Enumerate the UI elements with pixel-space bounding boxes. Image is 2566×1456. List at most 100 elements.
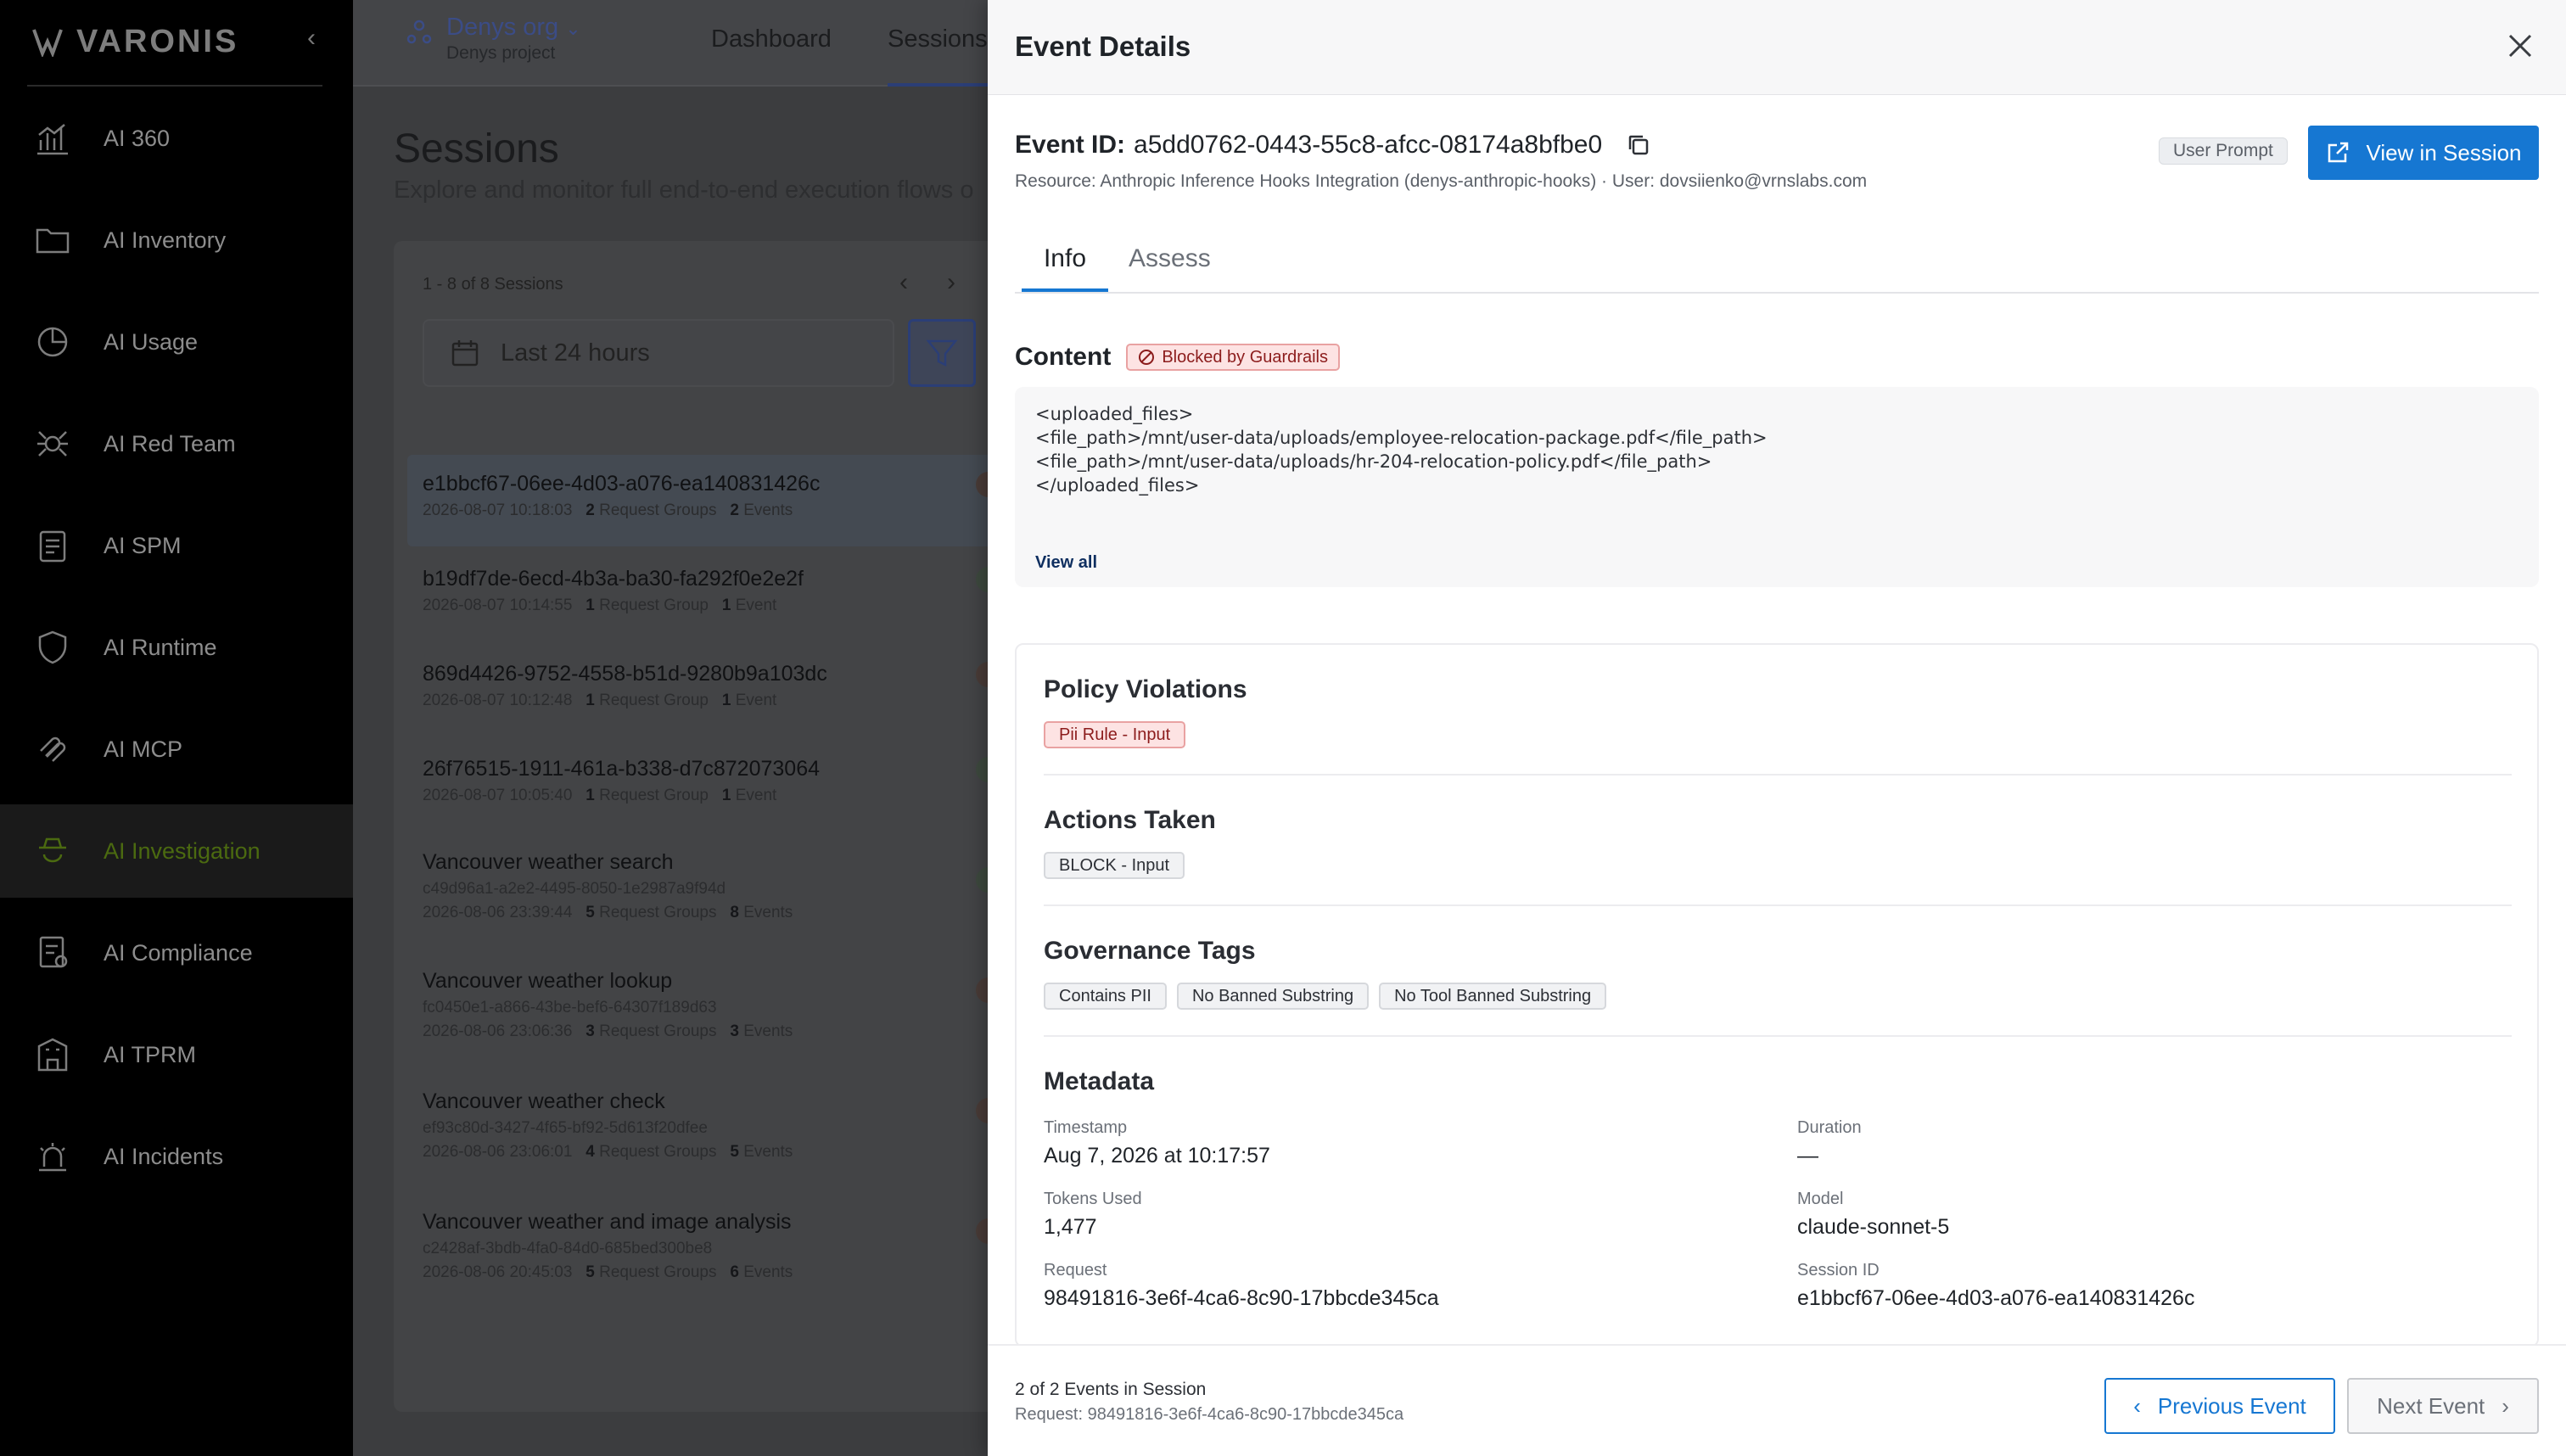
duration-value: — bbox=[1797, 1144, 1818, 1168]
sidebar-item-ai-360[interactable]: AI 360 bbox=[0, 92, 353, 185]
chart-icon bbox=[37, 124, 68, 155]
session-events-label: Events bbox=[743, 1022, 793, 1040]
session-events-label: Events bbox=[743, 1143, 793, 1161]
session-events: 2 bbox=[730, 501, 739, 519]
session-row[interactable]: 869d4426-9752-4558-b51d-9280b9a103dc 202… bbox=[407, 645, 1035, 736]
drawer-title: Event Details bbox=[1015, 31, 1191, 62]
violation-chip: Pii Rule - Input bbox=[1044, 721, 1186, 748]
sidebar-item-ai-inventory[interactable]: AI Inventory bbox=[0, 193, 353, 287]
session-row[interactable]: Vancouver weather lookup fc0450e1-a866-4… bbox=[407, 952, 1035, 1071]
session-row[interactable]: Vancouver weather check ef93c80d-3427-4f… bbox=[407, 1072, 1035, 1191]
sidebar-item-ai-spm[interactable]: AI SPM bbox=[0, 499, 353, 592]
sidebar-item-label: AI Incidents bbox=[104, 1143, 224, 1169]
chevron-left-icon[interactable]: ‹ bbox=[299, 25, 324, 51]
filter-button[interactable] bbox=[908, 319, 976, 387]
sidebar-item-ai-mcp[interactable]: AI MCP bbox=[0, 703, 353, 796]
event-type-badge: User Prompt bbox=[2159, 137, 2288, 165]
tab-assess[interactable]: Assess bbox=[1129, 244, 1211, 292]
session-row[interactable]: Vancouver weather and image analysis c24… bbox=[407, 1193, 1035, 1312]
sidebar-item-label: AI Usage bbox=[104, 328, 199, 355]
sidebar-item-label: AI MCP bbox=[104, 736, 183, 762]
org-name: Denys org bbox=[446, 14, 559, 41]
blocked-label: Blocked by Guardrails bbox=[1162, 347, 1328, 367]
content-preview: <uploaded_files> <file_path>/mnt/user-da… bbox=[1015, 387, 2539, 587]
session-id: fc0450e1-a866-43be-bef6-64307f189d63 bbox=[423, 999, 717, 1016]
tab-sessions[interactable]: Sessions bbox=[888, 25, 988, 53]
compliance-icon bbox=[39, 936, 68, 968]
governance-tags-chips: Contains PII No Banned Substring No Tool… bbox=[1044, 983, 1607, 1010]
tab-info[interactable]: Info bbox=[1022, 244, 1108, 292]
session-date: 2026-08-07 10:14:55 bbox=[423, 596, 573, 614]
session-events-label: Events bbox=[743, 904, 793, 921]
copy-icon[interactable] bbox=[1626, 132, 1651, 158]
tag-chip: Contains PII bbox=[1044, 983, 1167, 1010]
session-row[interactable]: 26f76515-1911-461a-b338-d7c872073064 202… bbox=[407, 740, 1035, 832]
session-row[interactable]: b19df7de-6ecd-4b3a-ba30-fa292f0e2e2f 202… bbox=[407, 550, 1035, 641]
previous-event-button[interactable]: ‹ Previous Event bbox=[2104, 1378, 2335, 1434]
view-in-session-button[interactable]: View in Session bbox=[2308, 126, 2539, 180]
session-id-label: Session ID bbox=[1797, 1261, 1880, 1280]
next-event-button[interactable]: Next Event › bbox=[2347, 1378, 2539, 1434]
session-title: b19df7de-6ecd-4b3a-ba30-fa292f0e2e2f bbox=[423, 567, 804, 591]
session-row[interactable]: e1bbcf67-06ee-4d03-a076-ea140831426c 202… bbox=[407, 455, 1035, 546]
details-card: Policy Violations Pii Rule - Input Actio… bbox=[1015, 643, 2539, 1347]
timestamp-label: Timestamp bbox=[1044, 1118, 1128, 1137]
detective-icon bbox=[39, 837, 66, 863]
view-in-session-label: View in Session bbox=[2366, 139, 2522, 165]
model-value: claude-sonnet-5 bbox=[1797, 1215, 1950, 1239]
session-id: c2428af-3bdb-4fa0-84d0-685bed300be8 bbox=[423, 1240, 713, 1257]
org-switcher[interactable]: Denys org ⌄ Denys project bbox=[446, 14, 581, 64]
chevron-left-icon: ‹ bbox=[2133, 1392, 2141, 1419]
session-title: Vancouver weather check bbox=[423, 1089, 665, 1113]
session-groups: 1 bbox=[585, 787, 595, 804]
session-date: 2026-08-06 23:06:01 bbox=[423, 1143, 573, 1161]
sidebar-item-ai-tprm[interactable]: AI TPRM bbox=[0, 1008, 353, 1101]
view-all-link[interactable]: View all bbox=[1035, 553, 1097, 573]
sidebar-item-ai-incidents[interactable]: AI Incidents bbox=[0, 1110, 353, 1203]
tokens-label: Tokens Used bbox=[1044, 1190, 1142, 1208]
shield-icon bbox=[38, 630, 67, 664]
duration-label: Duration bbox=[1797, 1118, 1862, 1137]
session-groups-label: Request Groups bbox=[599, 501, 717, 519]
content-label: Content bbox=[1015, 343, 1112, 371]
event-id-label: Event ID: bbox=[1015, 131, 1126, 159]
policy-violations-chips: Pii Rule - Input bbox=[1044, 721, 1186, 748]
session-events: 6 bbox=[730, 1263, 739, 1281]
session-id-value: e1bbcf67-06ee-4d03-a076-ea140831426c bbox=[1797, 1286, 2195, 1310]
tab-dashboard[interactable]: Dashboard bbox=[711, 25, 832, 53]
timestamp-value: Aug 7, 2026 at 10:17:57 bbox=[1044, 1144, 1270, 1168]
sidebar-item-ai-compliance[interactable]: AI Compliance bbox=[0, 906, 353, 1000]
date-range-picker[interactable]: Last 24 hours bbox=[423, 319, 894, 387]
clipboard-icon bbox=[39, 530, 66, 563]
sidebar-item-label: AI Red Team bbox=[104, 430, 236, 456]
sidebar-item-ai-investigation[interactable]: AI Investigation bbox=[0, 804, 353, 898]
sidebar-item-label: AI Inventory bbox=[104, 227, 227, 253]
sidebar-item-ai-runtime[interactable]: AI Runtime bbox=[0, 601, 353, 694]
resource-user-line: Resource: Anthropic Inference Hooks Inte… bbox=[1015, 171, 1868, 191]
drawer-header: Event Details bbox=[988, 0, 2566, 95]
session-row[interactable]: Vancouver weather search c49d96a1-a2e2-4… bbox=[407, 833, 1035, 952]
session-events-label: Events bbox=[743, 501, 793, 519]
session-date: 2026-08-06 20:45:03 bbox=[423, 1263, 573, 1281]
session-events: 8 bbox=[730, 904, 739, 921]
chevron-right-icon[interactable]: › bbox=[947, 268, 955, 297]
session-events: 1 bbox=[721, 596, 731, 614]
session-groups-label: Request Groups bbox=[599, 904, 717, 921]
date-range-value: Last 24 hours bbox=[501, 339, 650, 367]
session-events-label: Event bbox=[735, 787, 777, 804]
folder-icon bbox=[36, 228, 70, 254]
session-count: 1 - 8 of 8 Sessions bbox=[423, 275, 563, 294]
content-line: <file_path>/mnt/user-data/uploads/employ… bbox=[1035, 428, 1768, 448]
sidebar-item-ai-red-team[interactable]: AI Red Team bbox=[0, 397, 353, 490]
session-groups: 5 bbox=[585, 904, 595, 921]
close-icon[interactable] bbox=[2503, 29, 2537, 63]
chevron-left-icon[interactable]: ‹ bbox=[899, 268, 908, 297]
external-link-icon bbox=[2328, 142, 2349, 163]
request-value: 98491816-3e6f-4ca6-8c90-17bbcde345ca bbox=[1044, 1286, 1439, 1310]
divider bbox=[1044, 1035, 2512, 1037]
project-name: Denys project bbox=[446, 43, 556, 63]
blocked-icon bbox=[1139, 350, 1155, 365]
session-title: Vancouver weather search bbox=[423, 850, 674, 874]
sidebar-item-ai-usage[interactable]: AI Usage bbox=[0, 295, 353, 389]
action-chip: BLOCK - Input bbox=[1044, 852, 1185, 879]
